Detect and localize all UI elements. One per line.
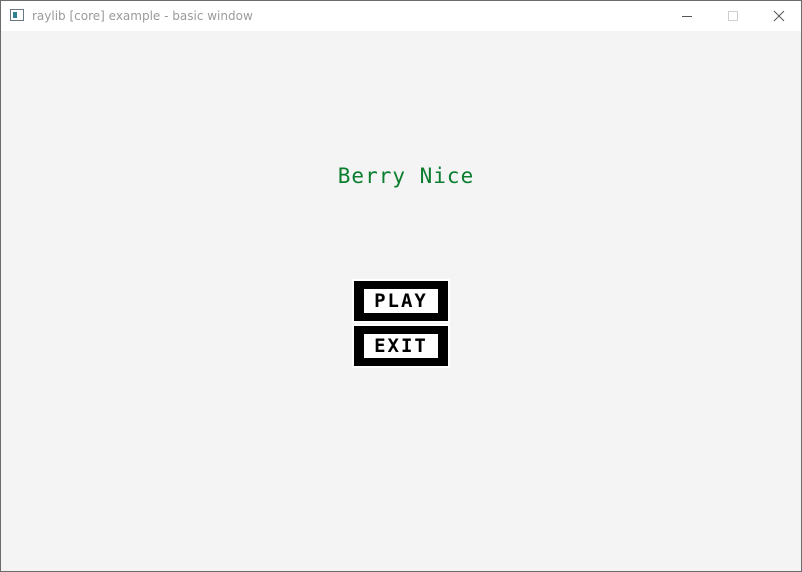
exit-button-label: EXIT	[364, 334, 438, 358]
game-title: Berry Nice	[337, 164, 475, 188]
exit-button[interactable]: EXIT	[352, 324, 450, 368]
app-icon-pane	[13, 12, 17, 18]
window-title: raylib [core] example - basic window	[32, 9, 253, 23]
app-window-icon[interactable]	[10, 9, 24, 21]
minimize-icon	[682, 16, 692, 17]
close-button[interactable]	[756, 1, 802, 31]
play-button-frame: PLAY	[354, 281, 448, 321]
game-canvas[interactable]: Berry Nice PLAY EXIT	[1, 31, 801, 571]
minimize-button[interactable]	[664, 1, 710, 31]
app-window: raylib [core] example - basic window Ber…	[0, 0, 802, 572]
play-button[interactable]: PLAY	[352, 279, 450, 323]
play-button-label: PLAY	[364, 289, 438, 313]
maximize-button[interactable]	[710, 1, 756, 31]
title-bar[interactable]: raylib [core] example - basic window	[1, 1, 801, 31]
close-icon	[773, 10, 785, 22]
maximize-icon	[728, 11, 738, 21]
exit-button-frame: EXIT	[354, 326, 448, 366]
